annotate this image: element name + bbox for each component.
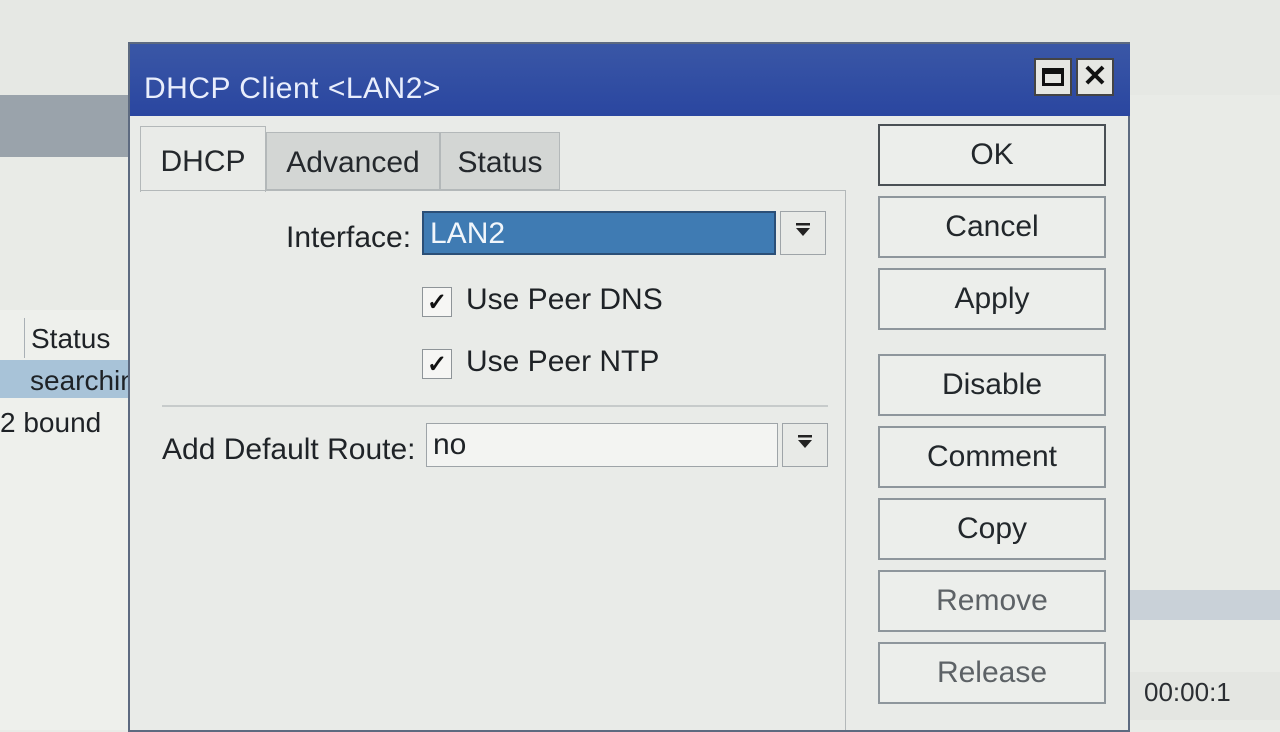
use-peer-dns-label[interactable]: Use Peer DNS: [466, 283, 663, 317]
apply-button[interactable]: Apply: [878, 268, 1106, 330]
use-peer-ntp-checkbox[interactable]: ✓: [422, 349, 452, 379]
add-default-route-label: Add Default Route:: [162, 433, 416, 466]
copy-button[interactable]: Copy: [878, 498, 1106, 560]
comment-button[interactable]: Comment: [878, 426, 1106, 488]
tab-dhcp[interactable]: DHCP: [140, 126, 266, 192]
disable-button[interactable]: Disable: [878, 354, 1106, 416]
maximize-icon: [1042, 68, 1064, 86]
dialog-title: DHCP Client <LAN2>: [144, 72, 441, 105]
interface-dropdown-button[interactable]: [780, 211, 826, 255]
background-toolbar-band: [0, 95, 140, 157]
section-divider: [162, 405, 828, 407]
dhcp-client-dialog: DHCP Client <LAN2> ✕ DHCP Advanced Statu…: [128, 42, 1130, 732]
dropdown-arrow-icon: [796, 223, 810, 236]
background-list-row[interactable]: 2 bound: [0, 402, 140, 442]
background-list-row[interactable]: searchin: [0, 360, 140, 398]
use-peer-dns-checkbox[interactable]: ✓: [422, 287, 452, 317]
check-icon: ✓: [426, 289, 448, 316]
cancel-button[interactable]: Cancel: [878, 196, 1106, 258]
interface-select[interactable]: LAN2: [422, 211, 776, 255]
check-icon: ✓: [426, 351, 448, 378]
dropdown-arrow-icon: [798, 435, 812, 448]
interface-label: Interface:: [286, 221, 412, 254]
dhcp-tab-panel: Interface: LAN2 ✓ Use Peer DNS ✓ Use Pee…: [140, 190, 846, 730]
tab-advanced[interactable]: Advanced: [266, 132, 440, 190]
maximize-button[interactable]: [1034, 58, 1072, 96]
tab-status[interactable]: Status: [440, 132, 560, 190]
dialog-titlebar[interactable]: DHCP Client <LAN2> ✕: [130, 44, 1130, 116]
ok-button[interactable]: OK: [878, 124, 1106, 186]
background-panel-strip: [1130, 590, 1280, 620]
add-default-route-dropdown-button[interactable]: [782, 423, 828, 467]
release-button[interactable]: Release: [878, 642, 1106, 704]
close-button[interactable]: ✕: [1076, 58, 1114, 96]
use-peer-ntp-label[interactable]: Use Peer NTP: [466, 345, 659, 379]
background-time-field: 00:00:1: [1130, 672, 1280, 720]
add-default-route-select[interactable]: no: [426, 423, 778, 467]
close-icon: ✕: [1082, 60, 1108, 93]
background-column-header-status[interactable]: Status: [24, 318, 140, 358]
remove-button[interactable]: Remove: [878, 570, 1106, 632]
